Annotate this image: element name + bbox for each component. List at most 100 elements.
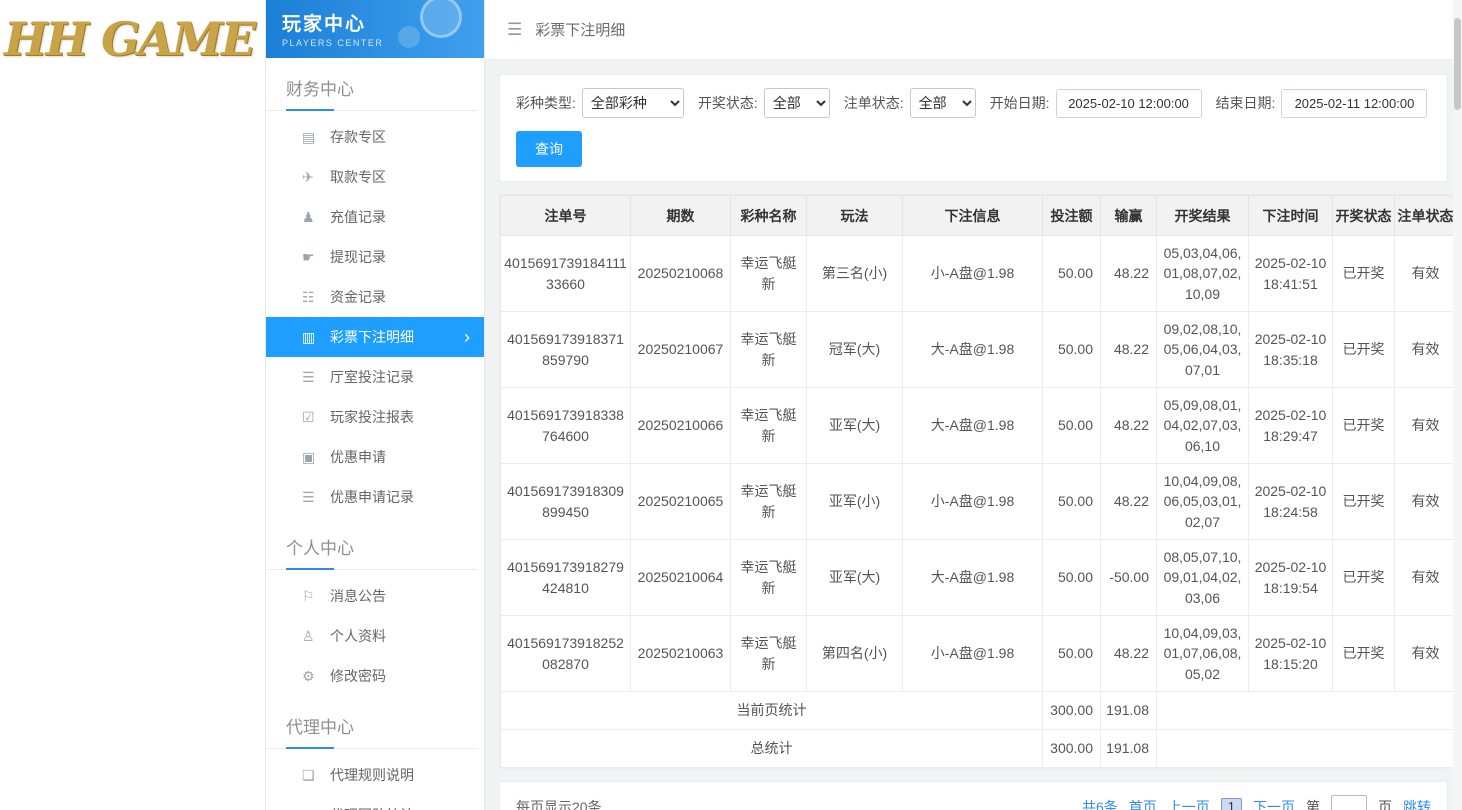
sidebar-item-agent-rules[interactable]: ❏ 代理规则说明 <box>266 755 484 795</box>
sidebar-item-label: 玩家投注报表 <box>330 407 414 427</box>
period-cell: 20250210068 <box>631 236 731 312</box>
scrollbar-track[interactable] <box>1453 0 1462 810</box>
sidebar-item-promo-apply[interactable]: ▣ 优惠申请 <box>266 437 484 477</box>
sidebar-item-funds-records[interactable]: ☷ 资金记录 <box>266 277 484 317</box>
topbar: ☰ 彩票下注明细 <box>485 0 1462 60</box>
page: HH GAME 玩家中心 PLAYERS CENTER 财务中心 ▤ 存款专区 … <box>0 0 1462 810</box>
draw-status-select[interactable]: 全部 <box>764 88 830 118</box>
bet-status-cell: 有效 <box>1395 312 1457 388</box>
withdraw-send-icon: ✈ <box>302 169 330 186</box>
jump-page-input[interactable] <box>1331 795 1367 810</box>
draw-status-cell: 已开奖 <box>1333 236 1395 312</box>
sidebar-item-promo-apply-records[interactable]: ☰ 优惠申请记录 <box>266 477 484 517</box>
prev-page-link[interactable]: 上一页 <box>1168 797 1210 810</box>
page-summary-label: 当前页统计 <box>501 692 1043 730</box>
first-page-link[interactable]: 首页 <box>1129 797 1157 810</box>
sidebar-item-withdraw[interactable]: ✈ 取款专区 <box>266 157 484 197</box>
pagination-bar: 每页显示20条 共6条 首页 上一页 1 下一页 第 页 跳转 <box>499 781 1448 810</box>
report-icon: ☑ <box>302 409 330 426</box>
total-summary-label: 总统计 <box>501 730 1043 768</box>
column-header-winloss: 输赢 <box>1101 196 1157 236</box>
bet-status-cell: 有效 <box>1395 388 1457 464</box>
sidebar-item-deposit[interactable]: ▤ 存款专区 <box>266 117 484 157</box>
bet-id-cell: 401569173918309899450 <box>501 464 631 540</box>
result-cell: 05,03,04,06,01,08,07,02,10,09 <box>1157 236 1249 312</box>
main-area: ☰ 彩票下注明细 彩种类型: 全部彩种 开奖状态: 全部 注单状态: 全部 <box>485 0 1462 810</box>
end-date-input[interactable] <box>1281 89 1427 118</box>
bet-status-cell: 有效 <box>1395 236 1457 312</box>
sidebar-item-withdraw-records[interactable]: ☛ 提现记录 <box>266 237 484 277</box>
bet-time-cell: 2025-02-10 18:19:54 <box>1249 540 1333 616</box>
sidebar-header: 玩家中心 PLAYERS CENTER <box>266 0 484 58</box>
draw-status-cell: 已开奖 <box>1333 540 1395 616</box>
bet-id-cell: 401569173918279424810 <box>501 540 631 616</box>
bell-icon: ⚐ <box>302 588 330 605</box>
sidebar-item-label: 优惠申请 <box>330 447 386 467</box>
sidebar-item-announcements[interactable]: ⚐ 消息公告 <box>266 576 484 616</box>
start-date-input[interactable] <box>1056 89 1202 118</box>
bet-time-cell: 2025-02-10 18:29:47 <box>1249 388 1333 464</box>
total-summary-row: 总统计 300.00 191.08 <box>501 730 1457 768</box>
query-button[interactable]: 查询 <box>516 131 582 167</box>
jump-button[interactable]: 跳转 <box>1403 797 1431 810</box>
bet-amount-cell: 50.00 <box>1043 388 1101 464</box>
gear-icon: ⚙ <box>302 668 330 685</box>
sidebar-item-label: 优惠申请记录 <box>330 487 414 507</box>
sidebar-item-agent-team-stats[interactable]: ▦ 代理团队统计 <box>266 795 484 810</box>
total-summary-win-total: 191.08 <box>1101 730 1157 768</box>
content: 彩种类型: 全部彩种 开奖状态: 全部 注单状态: 全部 开始日期: 结束日期: <box>485 60 1462 810</box>
bet-status-cell: 有效 <box>1395 616 1457 692</box>
sidebar-item-hall-bet-records[interactable]: ☰ 厅室投注记录 <box>266 357 484 397</box>
bet-id-cell: 401569173918411133660 <box>501 236 631 312</box>
bet-table-panel: 注单号 期数 彩种名称 玩法 下注信息 投注额 输赢 开奖结果 下注时间 开奖状… <box>499 194 1448 769</box>
winloss-cell: 48.22 <box>1101 312 1157 388</box>
sidebar-item-recharge-records[interactable]: ♟ 充值记录 <box>266 197 484 237</box>
bet-amount-cell: 50.00 <box>1043 312 1101 388</box>
next-page-link[interactable]: 下一页 <box>1253 797 1295 810</box>
sidebar-header-subtitle: PLAYERS CENTER <box>282 38 484 48</box>
bet-amount-cell: 50.00 <box>1043 236 1101 312</box>
bet-amount-cell: 50.00 <box>1043 464 1101 540</box>
bet-list-icon: ▥ <box>302 329 330 346</box>
column-header-play: 玩法 <box>807 196 903 236</box>
bet-status-select[interactable]: 全部 <box>910 88 976 118</box>
bet-id-cell: 401569173918338764600 <box>501 388 631 464</box>
winloss-cell: 48.22 <box>1101 464 1157 540</box>
filter-panel: 彩种类型: 全部彩种 开奖状态: 全部 注单状态: 全部 开始日期: 结束日期: <box>499 74 1448 182</box>
sidebar-item-label: 彩票下注明细 <box>330 327 414 347</box>
scrollbar-thumb[interactable] <box>1454 18 1461 110</box>
period-cell: 20250210063 <box>631 616 731 692</box>
sidebar-item-lottery-bet-details[interactable]: ▥ 彩票下注明细 › <box>266 317 484 357</box>
lottery-type-select[interactable]: 全部彩种 <box>582 88 684 118</box>
logo[interactable]: HH GAME <box>4 12 265 66</box>
page-summary-row: 当前页统计 300.00 191.08 <box>501 692 1457 730</box>
section-title-personal: 个人中心 <box>266 517 478 570</box>
page-summary-bet-total: 300.00 <box>1043 692 1101 730</box>
sidebar-item-label: 个人资料 <box>330 626 386 646</box>
pager: 共6条 首页 上一页 1 下一页 第 页 跳转 <box>1082 795 1431 810</box>
column-header-bet-info: 下注信息 <box>903 196 1043 236</box>
sidebar-item-profile[interactable]: ♙ 个人资料 <box>266 616 484 656</box>
sidebar-item-change-password[interactable]: ⚙ 修改密码 <box>266 656 484 696</box>
section-title-agent: 代理中心 <box>266 696 478 749</box>
team-stats-icon: ▦ <box>302 807 330 810</box>
table-header-row: 注单号 期数 彩种名称 玩法 下注信息 投注额 输赢 开奖结果 下注时间 开奖状… <box>501 196 1457 236</box>
sidebar-item-label: 提现记录 <box>330 247 386 267</box>
current-page-button[interactable]: 1 <box>1221 798 1242 810</box>
sidebar-item-player-bet-report[interactable]: ☑ 玩家投注报表 <box>266 397 484 437</box>
lottery-name-cell: 幸运飞艇新 <box>731 236 807 312</box>
hamburger-icon[interactable]: ☰ <box>507 20 522 40</box>
table-row: 401569173918252082870 20250210063 幸运飞艇新 … <box>501 616 1457 692</box>
table-row: 401569173918371859790 20250210067 幸运飞艇新 … <box>501 312 1457 388</box>
column-header-lottery-name: 彩种名称 <box>731 196 807 236</box>
column-header-draw-status: 开奖状态 <box>1333 196 1395 236</box>
sidebar-item-label: 修改密码 <box>330 666 386 686</box>
sidebar-item-label: 厅室投注记录 <box>330 367 414 387</box>
draw-status-cell: 已开奖 <box>1333 312 1395 388</box>
table-row: 401569173918279424810 20250210064 幸运飞艇新 … <box>501 540 1457 616</box>
bet-time-cell: 2025-02-10 18:41:51 <box>1249 236 1333 312</box>
jump-prefix-label: 第 <box>1306 797 1320 810</box>
cashout-record-icon: ☛ <box>302 249 330 266</box>
sidebar: 玩家中心 PLAYERS CENTER 财务中心 ▤ 存款专区 ✈ 取款专区 ♟… <box>265 0 485 810</box>
winloss-cell: -50.00 <box>1101 540 1157 616</box>
